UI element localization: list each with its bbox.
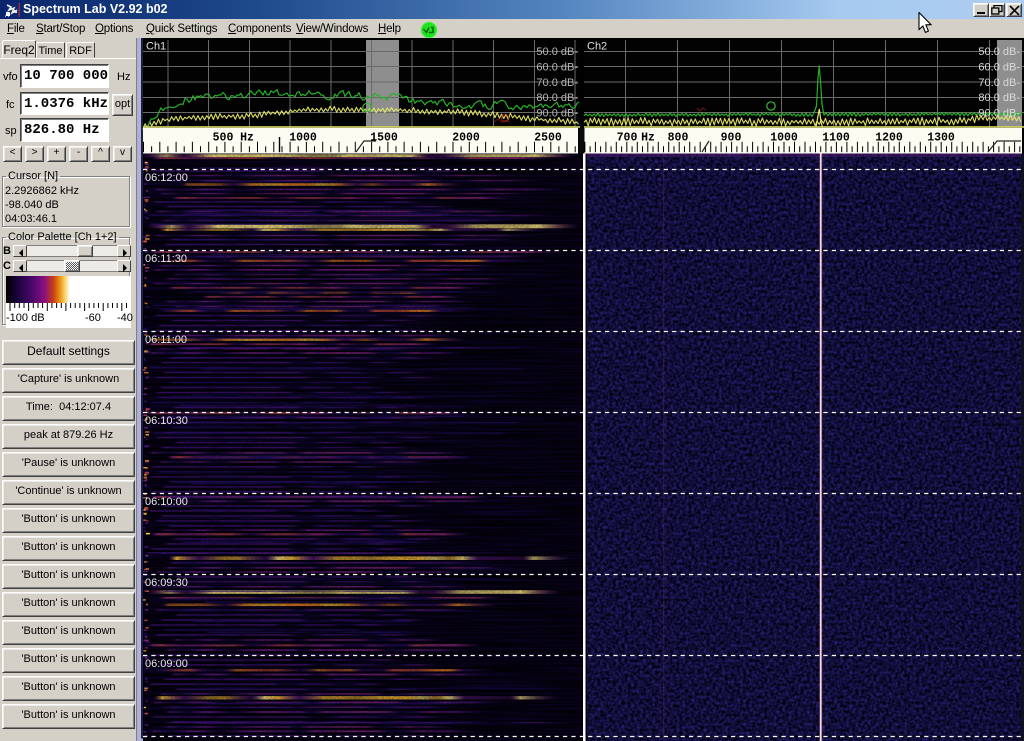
svg-text:80.0 dB-: 80.0 dB-	[536, 92, 578, 104]
svg-text:50.0 dB-: 50.0 dB-	[536, 46, 578, 58]
svg-text:2500: 2500	[534, 132, 562, 145]
svg-text:60.0 dB-: 60.0 dB-	[978, 62, 1020, 74]
svg-text:1200: 1200	[875, 132, 903, 145]
svg-text:70.0 dB-: 70.0 dB-	[536, 77, 578, 89]
svg-text:90.0 dB-: 90.0 dB-	[978, 107, 1020, 119]
svg-text:06:12:00: 06:12:00	[145, 172, 188, 184]
svg-text:Ch1: Ch1	[146, 41, 166, 53]
svg-text:80.0 dB-: 80.0 dB-	[978, 92, 1020, 104]
svg-text:1300: 1300	[927, 132, 955, 145]
svg-text:Ch2: Ch2	[587, 41, 607, 53]
svg-text:1000: 1000	[289, 132, 317, 145]
svg-text:1500: 1500	[370, 132, 398, 145]
svg-text:Hz: Hz	[641, 132, 655, 145]
svg-text:500: 500	[213, 132, 234, 145]
svg-text:60.0 dB-: 60.0 dB-	[536, 62, 578, 74]
svg-text:Hz: Hz	[240, 132, 254, 145]
svg-text:50.0 dB-: 50.0 dB-	[978, 46, 1020, 58]
svg-text:06:10:00: 06:10:00	[145, 496, 188, 508]
svg-text:700: 700	[617, 132, 638, 145]
svg-text:06:09:00: 06:09:00	[145, 658, 188, 670]
svg-text:06:11:30: 06:11:30	[145, 253, 187, 265]
svg-text:800: 800	[668, 132, 689, 145]
svg-text:06:09:30: 06:09:30	[145, 577, 188, 589]
svg-text:1100: 1100	[822, 132, 850, 145]
svg-text:2000: 2000	[452, 132, 480, 145]
svg-text:1000: 1000	[770, 132, 798, 145]
svg-text:90.0 dB-: 90.0 dB-	[536, 107, 578, 119]
svg-text:900: 900	[721, 132, 742, 145]
svg-text:06:11:00: 06:11:00	[145, 334, 187, 346]
svg-text:A: A	[5, 13, 9, 18]
svg-text:06:10:30: 06:10:30	[145, 415, 188, 427]
svg-text:70.0 dB-: 70.0 dB-	[978, 77, 1020, 89]
